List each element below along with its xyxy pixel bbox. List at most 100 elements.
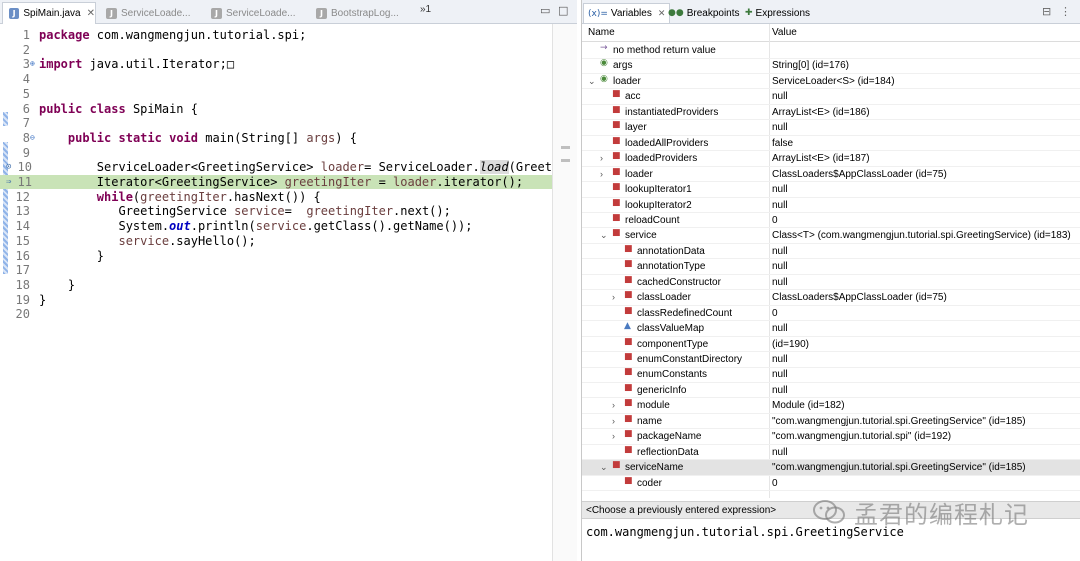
variable-value: 0 [772,214,778,226]
collapse-fold-icon[interactable]: ⊖ [30,131,35,145]
variable-row[interactable]: ◉ args String[0] (id=176) [582,58,1080,74]
code-line[interactable]: 4 [0,72,552,86]
code-line[interactable]: 16 } [0,249,552,263]
variable-row[interactable]: › ■ packageName "com.wangmengjun.tutorial.s… [582,429,1080,445]
variable-row[interactable]: ■ layer null [582,120,1080,136]
variable-row[interactable]: ■ annotationType null [582,259,1080,275]
variable-row[interactable]: ■ instantiatedProviders ArrayList<E> (id=1… [582,105,1080,121]
variable-row[interactable]: ■ classRedefinedCount 0 [582,306,1080,322]
code-line[interactable]: 5 [0,87,552,101]
variable-row[interactable]: ■ loadedAllProviders false [582,136,1080,152]
tab-breakpoints[interactable]: ●● Breakpoints [664,3,744,23]
tab-variables[interactable]: (x)= Variables ✕ [583,3,671,23]
collapse-chevron-icon[interactable]: ⌄ [600,228,608,243]
column-header-name[interactable]: Name [588,27,615,38]
tab-spimain-java[interactable]: J SpiMain.java ✕ [2,2,96,24]
code-line[interactable]: 8 ⊖ public static void main(String[] args… [0,131,552,145]
variable-row[interactable]: ■ lookupIterator1 null [582,182,1080,198]
variable-value: "com.wangmengjun.tutorial.spi" (id=192) [772,431,952,443]
variable-row[interactable]: › ■ loadedProviders ArrayList<E> (id=187) [582,151,1080,167]
variable-row[interactable]: ■ coder 0 [582,476,1080,492]
code-line[interactable]: 19} [0,293,552,307]
code-line[interactable]: 15 service.sayHello(); [0,234,552,248]
variable-name: module [637,400,670,412]
code-token: static [118,130,162,145]
variable-row[interactable]: › ■ classLoader ClassLoaders$AppClassLoader… [582,290,1080,306]
view-menu-icon[interactable]: ⋮ [1060,5,1071,18]
collapse-chevron-icon[interactable]: ⌄ [588,74,596,89]
variable-value: 0 [772,477,778,489]
variable-name: annotationType [637,261,706,273]
code-line[interactable]: 9 [0,146,552,160]
variable-row[interactable]: ■ annotationData null [582,244,1080,260]
code-token: com.wangmengjun.tutorial.spi; [89,28,307,42]
variable-row[interactable]: ■ enumConstants null [582,367,1080,383]
expand-chevron-icon[interactable]: › [600,151,603,166]
variable-row[interactable]: › ■ loader ClassLoaders$AppClassLoader (id=… [582,167,1080,183]
code-line[interactable]: ⊙ 10 ServiceLoader<GreetingService> loade… [0,160,559,175]
variable-row[interactable]: ■ acc null [582,89,1080,105]
variable-row[interactable]: ■ componentType (id=190) [582,337,1080,353]
line-number: 20 [15,307,30,322]
code-line[interactable]: 12 while(greetingIter.hasNext()) { [0,190,552,204]
local-variable-icon: ◉ [600,58,608,69]
variable-row[interactable]: ■ lookupIterator2 null [582,197,1080,213]
variable-row[interactable]: ⌄ ◉ loader ServiceLoader<S> (id=184) [582,74,1080,90]
close-icon[interactable]: ✕ [87,8,95,19]
code-line[interactable]: 13 GreetingService service= greetingIter… [0,204,552,218]
column-header-value[interactable]: Value [772,27,797,38]
variable-row[interactable]: ■ cachedConstructor null [582,275,1080,291]
private-field-icon: ■ [612,135,621,146]
code-token: main(String[] [198,130,307,145]
tab-expressions[interactable]: ✚ Expressions [741,3,814,23]
code-line[interactable]: 6 public class SpiMain { [0,102,552,116]
tab-serviceloader-1[interactable]: J ServiceLoade... [100,2,200,24]
expressions-icon: ✚ [745,8,753,18]
minimize-icon[interactable]: ▭ [540,4,550,17]
variable-row[interactable]: ⌄ ■ serviceName "com.wangmengjun.tutorial.s… [582,460,1080,476]
code-line[interactable]: 20 [0,307,552,321]
code-token: public [39,101,83,116]
variable-name: cachedConstructor [637,276,721,288]
tab-overflow-button[interactable]: »1 [420,4,431,15]
expand-fold-icon[interactable]: ⊕ [30,57,35,71]
code-text: } [39,278,75,292]
code-line[interactable]: 17 [0,263,552,277]
overview-ruler[interactable] [552,24,577,561]
variable-row[interactable]: ■ enumConstantDirectory null [582,352,1080,368]
expand-chevron-icon[interactable]: › [612,429,615,444]
return-value-icon: → [600,43,608,53]
variable-row[interactable]: ■ reloadCount 0 [582,213,1080,229]
variable-row[interactable]: ■ genericInfo null [582,383,1080,399]
variable-row[interactable]: ⌄ ■ service Class<T> (com.wangmengjun.tutor… [582,228,1080,244]
variable-row[interactable]: ■ reflectionData null [582,445,1080,461]
expand-chevron-icon[interactable]: › [612,290,615,305]
code-line[interactable]: 2 [0,43,552,57]
expand-chevron-icon[interactable]: › [612,414,615,429]
collapse-chevron-icon[interactable]: ⌄ [600,460,608,475]
code-token: greetingIter [284,175,372,189]
variable-row[interactable]: › ■ name "com.wangmengjun.tutorial.spi.Gree… [582,414,1080,430]
variable-row[interactable]: › ■ module Module (id=182) [582,398,1080,414]
code-area[interactable]: 1 package com.wangmengjun.tutorial.spi; 2 3… [0,24,559,561]
expand-chevron-icon[interactable]: › [600,167,603,182]
variable-row[interactable]: ▲ classValueMap null [582,321,1080,337]
code-line[interactable]: 18 } [0,278,552,292]
line-number: 7 [22,116,30,131]
variables-view: (x)= Variables ✕ ●● Breakpoints ✚ Expres… [581,0,1080,561]
expand-chevron-icon[interactable]: › [612,398,615,413]
variable-name: reflectionData [637,446,699,458]
collapse-all-icon[interactable]: ⊟ [1042,5,1051,18]
variable-name: lookupIterator1 [625,184,692,196]
tab-bootstraplogger[interactable]: J BootstrapLog... [310,2,414,24]
code-line[interactable]: 14 System.out.println(service.getClass()… [0,219,552,233]
maximize-icon[interactable]: □ [558,4,568,17]
code-line[interactable]: 1 package com.wangmengjun.tutorial.spi; [0,28,552,42]
code-line[interactable]: 7 [0,116,552,130]
code-line[interactable]: 3 ⊕ import java.util.Iterator;□ [0,57,552,71]
variable-row[interactable]: → no method return value [582,43,1080,59]
variables-tree[interactable]: → no method return value ◉ args String[0] (i… [582,43,1080,498]
tab-serviceloader-2[interactable]: J ServiceLoade... [205,2,307,24]
private-field-icon: ■ [612,197,621,208]
code-line[interactable]: ⇒ 11 Iterator<GreetingService> greetingIt… [0,175,552,189]
